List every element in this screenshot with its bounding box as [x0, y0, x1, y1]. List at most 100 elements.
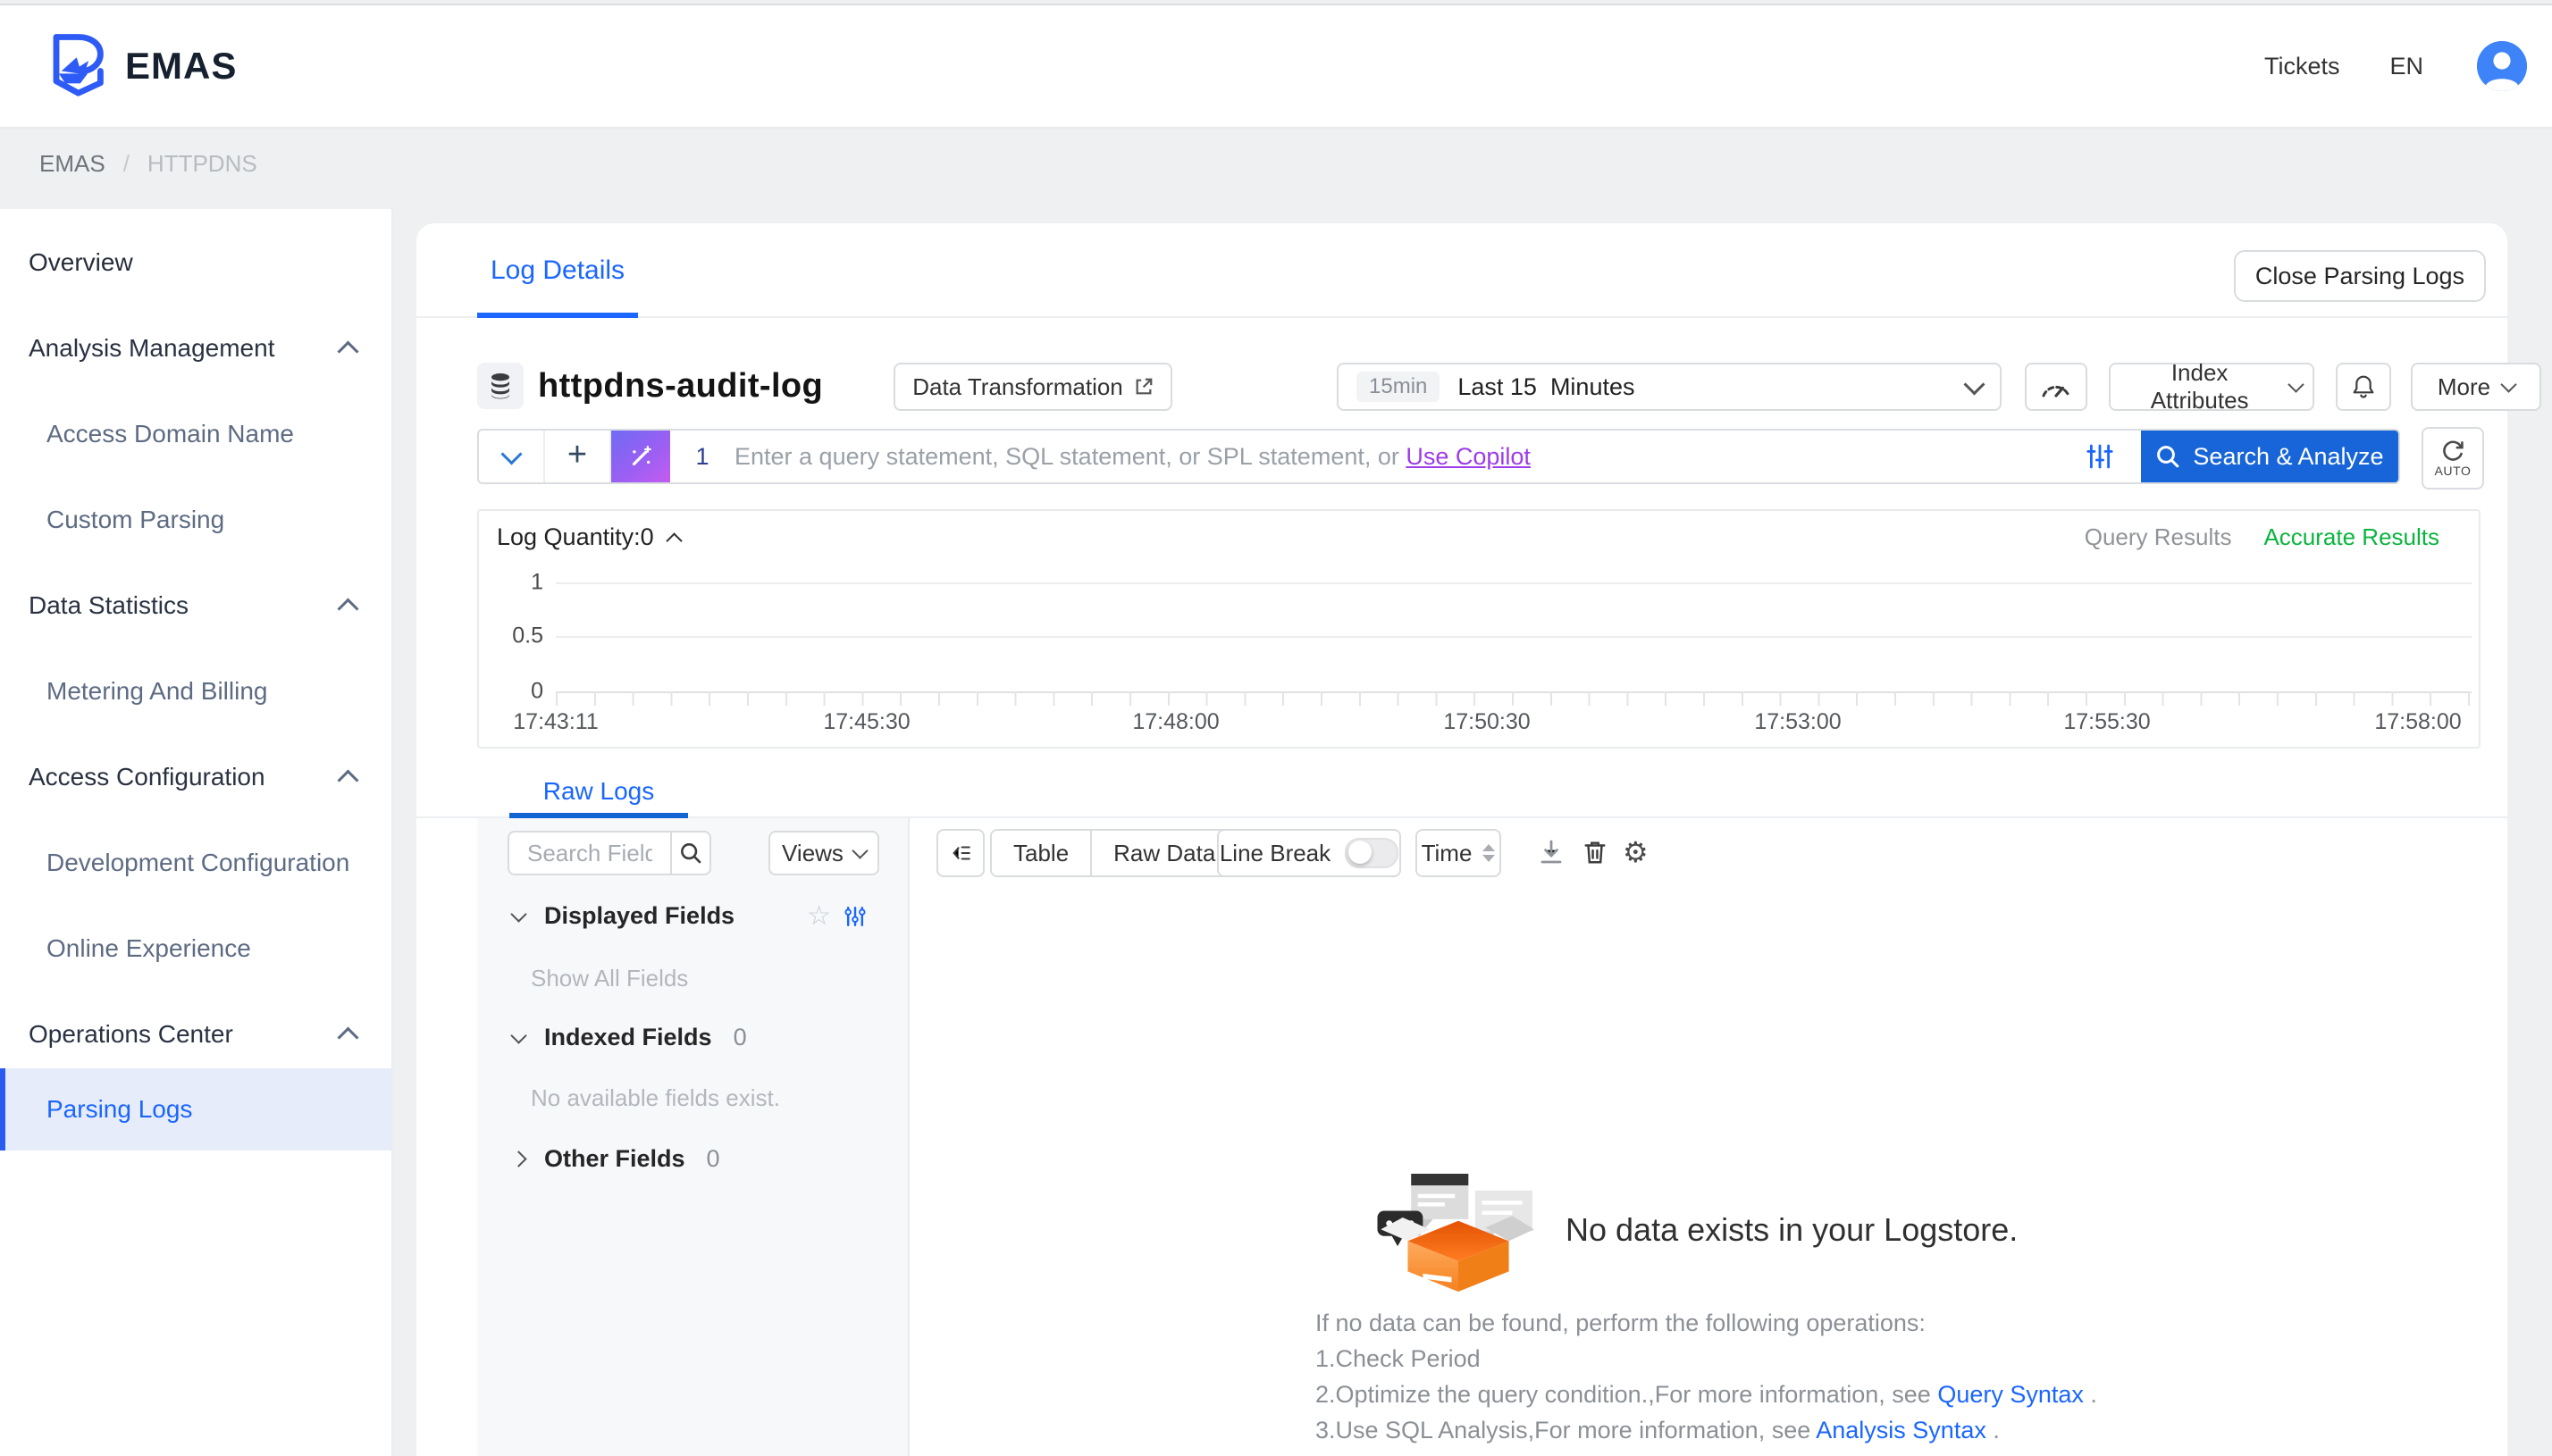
step-text: .: [1986, 1417, 2000, 1443]
chart-title[interactable]: Log Quantity:0: [497, 523, 680, 551]
tab-log-details[interactable]: Log Details: [477, 223, 638, 318]
chevron-down-icon: [500, 443, 522, 464]
sidebar-group-analysis-management[interactable]: Analysis Management: [0, 305, 391, 391]
x-tick-label: 17:48:00: [1132, 709, 1219, 735]
y-tick-label: 1: [486, 570, 543, 596]
app-window: EMAS Tickets EN EMAS / HTTPDNS Overview …: [0, 0, 2552, 1456]
view-mode-switch: Table Raw Data: [990, 829, 1238, 877]
sidebar-item-label: Access Domain Name: [46, 420, 294, 448]
sidebar-item-custom-parsing[interactable]: Custom Parsing: [0, 477, 391, 563]
sidebar: Overview Analysis Management Access Doma…: [0, 209, 393, 1456]
chevron-up-icon: [337, 769, 358, 791]
sidebar-item-label: Custom Parsing: [46, 506, 224, 534]
views-label: Views: [782, 840, 844, 867]
accurate-results-label[interactable]: Accurate Results: [2263, 523, 2439, 551]
language-switch[interactable]: EN: [2364, 53, 2448, 80]
table-view-button[interactable]: Table: [992, 831, 1090, 875]
sidebar-group-operations-center[interactable]: Operations Center: [0, 992, 391, 1077]
auto-refresh-button[interactable]: AUTO: [2422, 427, 2484, 490]
download-button[interactable]: [1537, 838, 1566, 866]
alerts-button[interactable]: [2336, 363, 2391, 411]
line-break-label: Line Break: [1220, 840, 1331, 867]
no-fields-message: No available fields exist.: [531, 1084, 780, 1112]
query-results-label[interactable]: Query Results: [2085, 523, 2232, 551]
sidebar-item-overview[interactable]: Overview: [0, 220, 391, 305]
sidebar-group-label: Data Statistics: [29, 591, 189, 620]
line-break-toggle[interactable]: [1345, 838, 1398, 868]
y-tick-label: 0.5: [486, 623, 543, 649]
analysis-syntax-link[interactable]: Analysis Syntax: [1816, 1417, 1986, 1443]
step-text: .: [2084, 1381, 2097, 1408]
copilot-magic-button[interactable]: [611, 431, 670, 482]
query-settings-button[interactable]: [2059, 431, 2141, 482]
indexed-fields-label: Indexed Fields: [544, 1024, 712, 1051]
favorite-star-icon[interactable]: ☆: [807, 903, 831, 930]
time-sort-button[interactable]: Time: [1415, 829, 1501, 877]
index-attributes-button[interactable]: Index Attributes: [2109, 363, 2314, 411]
gridline: [556, 636, 2472, 638]
raw-data-view-button[interactable]: Raw Data: [1090, 831, 1237, 875]
sidebar-group-label: Analysis Management: [29, 334, 274, 363]
time-range-picker[interactable]: 15min Last 15 Minutes: [1337, 363, 2002, 411]
sidebar-item-access-domain-name[interactable]: Access Domain Name: [0, 391, 391, 477]
breadcrumb-root[interactable]: EMAS: [39, 150, 105, 178]
sidebar-group-label: Access Configuration: [29, 763, 265, 791]
sidebar-item-parsing-logs[interactable]: Parsing Logs: [0, 1068, 391, 1151]
sidebar-item-development-configuration[interactable]: Development Configuration: [0, 820, 391, 906]
collapse-panel-icon: [949, 840, 972, 866]
time-range-badge: 15min: [1356, 372, 1440, 402]
use-copilot-link[interactable]: Use Copilot: [1406, 443, 1531, 471]
results-tabstrip: Raw Logs: [416, 765, 2507, 818]
query-dashboard-button[interactable]: [2025, 363, 2087, 411]
sidebar-item-online-experience[interactable]: Online Experience: [0, 906, 391, 992]
search-analyze-button[interactable]: Search & Analyze: [2141, 431, 2398, 482]
magic-wand-icon: [627, 443, 654, 470]
top-header: EMAS Tickets EN: [0, 5, 2552, 129]
brand[interactable]: EMAS: [39, 29, 237, 104]
displayed-fields-label: Displayed Fields: [544, 902, 735, 930]
empty-box-illustration: [1376, 1174, 1540, 1299]
query-syntax-link[interactable]: Query Syntax: [1937, 1381, 2084, 1408]
sidebar-item-label: Metering And Billing: [46, 677, 267, 706]
chevron-down-icon: [510, 906, 526, 922]
query-input[interactable]: Enter a query statement, SQL statement, …: [735, 431, 2059, 482]
data-transformation-button[interactable]: Data Transformation: [894, 363, 1172, 411]
more-label: More: [2438, 373, 2490, 401]
field-settings-icon[interactable]: [844, 905, 867, 928]
auto-label: AUTO: [2434, 464, 2471, 478]
show-all-fields-link[interactable]: Show All Fields: [531, 965, 688, 992]
query-line-number: 1: [670, 431, 735, 482]
clear-button[interactable]: [1582, 838, 1608, 866]
sidebar-group-access-configuration[interactable]: Access Configuration: [0, 734, 391, 820]
chevron-up-icon: [337, 340, 358, 362]
views-dropdown[interactable]: Views: [768, 831, 879, 875]
chevron-right-icon: [510, 1151, 526, 1167]
chevron-up-icon: [337, 1026, 358, 1048]
sidebar-group-data-statistics[interactable]: Data Statistics: [0, 563, 391, 649]
chevron-down-icon: [2288, 376, 2304, 392]
expand-query-button[interactable]: [479, 431, 545, 482]
indexed-fields-section[interactable]: Indexed Fields 0: [513, 1024, 747, 1051]
search-icon: [679, 841, 702, 865]
tickets-link[interactable]: Tickets: [2239, 53, 2365, 80]
collapse-fields-panel-button[interactable]: [936, 829, 985, 877]
settings-button[interactable]: ⚙: [1623, 838, 1649, 866]
search-field-button[interactable]: [670, 831, 711, 875]
search-field-input[interactable]: [508, 831, 670, 875]
add-query-tab-button[interactable]: +: [545, 431, 611, 482]
chevron-down-icon: [510, 1027, 526, 1043]
tab-raw-logs[interactable]: Raw Logs: [509, 765, 688, 818]
other-fields-section[interactable]: Other Fields 0: [513, 1145, 720, 1173]
sidebar-item-metering-and-billing[interactable]: Metering And Billing: [0, 649, 391, 734]
other-fields-count: 0: [707, 1145, 720, 1173]
other-fields-label: Other Fields: [544, 1145, 685, 1173]
user-avatar[interactable]: [2477, 41, 2527, 91]
tab-label: Raw Logs: [543, 777, 655, 806]
close-parsing-logs-button[interactable]: Close Parsing Logs: [2234, 250, 2486, 302]
sidebar-item-label: Development Configuration: [46, 849, 349, 877]
chevron-down-icon: [2500, 376, 2516, 392]
displayed-fields-section[interactable]: Displayed Fields ☆: [513, 902, 910, 930]
trash-icon: [1582, 838, 1608, 866]
sidebar-item-label: Overview: [29, 248, 133, 277]
more-button[interactable]: More: [2411, 363, 2541, 411]
